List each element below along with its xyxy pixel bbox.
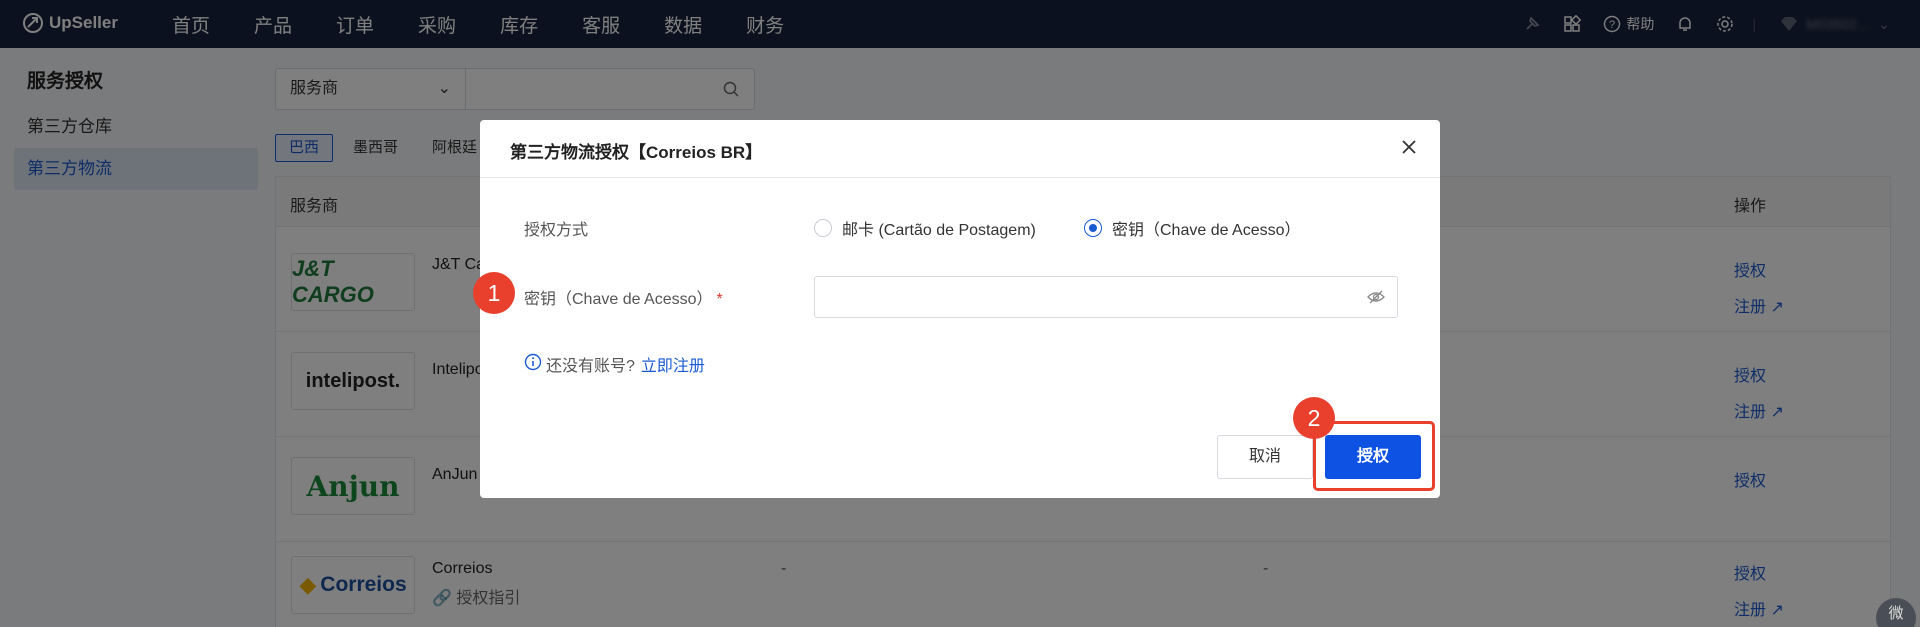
radio-button[interactable] [814, 219, 832, 237]
radio-label: 邮卡 (Cartão de Postagem) [842, 222, 1036, 239]
cancel-button[interactable]: 取消 [1217, 435, 1313, 479]
access-key-field[interactable] [814, 276, 1398, 318]
register-now-link[interactable]: 立即注册 [641, 352, 705, 376]
auth-method-label: 授权方式 [524, 222, 589, 239]
authorization-modal: 第三方物流授权【Correios BR】 授权方式 邮卡 (Cartão de … [480, 120, 1440, 498]
access-key-label: 密钥（Chave de Acesso） * [524, 291, 723, 308]
radio-access-key[interactable]: 密钥（Chave de Acesso） [1084, 216, 1301, 240]
close-icon[interactable] [1400, 138, 1418, 161]
access-key-input[interactable] [825, 278, 1345, 316]
radio-postage-card[interactable]: 邮卡 (Cartão de Postagem) [814, 216, 1036, 240]
register-hint: 还没有账号? 立即注册 [524, 352, 705, 376]
eye-off-icon[interactable] [1367, 289, 1385, 310]
hint-text: 还没有账号? [546, 358, 635, 375]
step-badge-1: 1 [473, 272, 515, 314]
step-badge-2: 2 [1293, 397, 1335, 439]
required-mark: * [716, 291, 723, 308]
highlight-box [1313, 421, 1435, 491]
info-icon [524, 353, 542, 376]
radio-button-selected[interactable] [1084, 219, 1102, 237]
modal-title: 第三方物流授权【Correios BR】 [510, 143, 763, 162]
radio-label: 密钥（Chave de Acesso） [1112, 222, 1301, 239]
modal-header: 第三方物流授权【Correios BR】 [480, 120, 1440, 178]
